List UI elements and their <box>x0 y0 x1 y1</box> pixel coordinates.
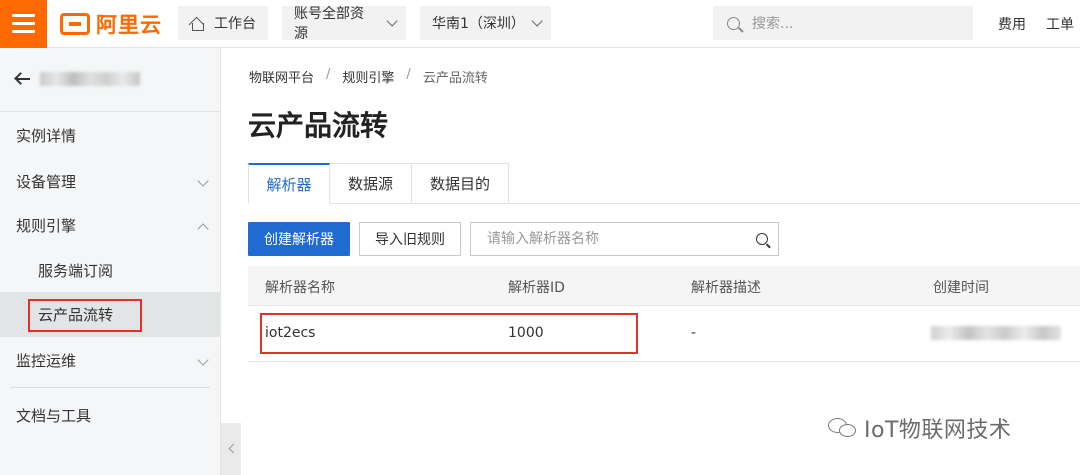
sidebar-item-docs-tools[interactable]: 文档与工具 <box>0 393 221 438</box>
back-row[interactable] <box>0 48 221 112</box>
billing-link[interactable]: 费用 <box>998 14 1026 34</box>
tab-label: 解析器 <box>266 175 312 194</box>
sidebar-item-rule-engine[interactable]: 规则引擎 <box>0 203 221 248</box>
tab-label: 数据源 <box>347 175 393 193</box>
annotation-highlight-box <box>260 313 638 354</box>
page-title: 云产品流转 <box>248 109 389 142</box>
watermark-text: IoT物联网技术 <box>864 418 1012 443</box>
region-label: 华南1（深圳） <box>432 16 525 32</box>
resources-label: 账号全部资源 <box>294 6 364 42</box>
global-search[interactable]: 搜索... <box>713 6 973 40</box>
tab-data-destination[interactable]: 数据目的 <box>412 163 509 204</box>
sidebar-item-label: 监控运维 <box>16 352 77 370</box>
sidebar-item-label: 文档与工具 <box>16 407 92 425</box>
chevron-down-icon <box>386 15 398 27</box>
back-arrow-icon[interactable] <box>16 78 30 80</box>
search-icon[interactable] <box>756 233 768 245</box>
breadcrumb-item[interactable]: 规则引擎 <box>342 67 394 86</box>
resources-dropdown[interactable]: 账号全部资源 <box>282 6 406 42</box>
breadcrumb-current: 云产品流转 <box>422 71 488 86</box>
table-header: 解析器名称 解析器ID 解析器描述 创建时间 <box>248 266 1080 306</box>
logo-text: 阿里云 <box>96 13 162 37</box>
tab-parser[interactable]: 解析器 <box>248 163 330 204</box>
tab-data-source[interactable]: 数据源 <box>330 163 412 204</box>
sidebar-item-server-subscription[interactable]: 服务端订阅 <box>0 248 221 293</box>
parser-desc-cell: - <box>691 325 697 341</box>
sidebar-item-label: 服务端订阅 <box>38 262 114 280</box>
sidebar-item-label: 实例详情 <box>16 127 77 145</box>
tab-bar: 解析器 数据源 数据目的 <box>248 163 509 204</box>
search-placeholder: 搜索... <box>752 16 794 32</box>
column-header: 解析器ID <box>508 280 565 296</box>
sidebar-item-monitoring[interactable]: 监控运维 <box>0 338 221 383</box>
annotation-highlight-box <box>28 299 142 332</box>
breadcrumb-separator: / <box>326 67 331 82</box>
breadcrumb: 物联网平台 / 规则引擎 / 云产品流转 <box>249 67 488 86</box>
sidebar-divider <box>10 387 210 388</box>
watermark: IoT物联网技术 <box>828 412 1011 444</box>
sidebar-item-instance-details[interactable]: 实例详情 <box>0 113 221 158</box>
column-header: 解析器名称 <box>265 280 335 296</box>
breadcrumb-separator: / <box>406 67 411 82</box>
column-header: 解析器描述 <box>691 280 761 296</box>
chevron-down-icon <box>197 354 209 366</box>
top-navbar: 阿里云 工作台 账号全部资源 华南1（深圳） 搜索... 费用 工单 <box>0 0 1080 48</box>
sidebar: 实例详情 设备管理 规则引擎 服务端订阅 云产品流转 监控运维 文档与工具 <box>0 48 221 475</box>
sidebar-item-device-management[interactable]: 设备管理 <box>0 159 221 204</box>
tab-label: 数据目的 <box>429 175 490 193</box>
parser-search-input[interactable] <box>470 222 779 256</box>
chevron-down-icon <box>197 175 209 187</box>
sidebar-collapse-handle[interactable] <box>221 423 241 475</box>
aliyun-logo-icon <box>60 13 90 35</box>
chevron-up-icon <box>197 223 209 235</box>
sidebar-item-label: 规则引擎 <box>16 217 77 235</box>
create-parser-button[interactable]: 创建解析器 <box>248 222 350 256</box>
sidebar-item-label: 设备管理 <box>16 173 77 191</box>
search-icon <box>727 16 740 30</box>
home-icon <box>190 17 204 31</box>
created-time-redacted <box>931 326 1061 340</box>
column-header: 创建时间 <box>933 280 989 296</box>
chevron-down-icon <box>531 15 543 27</box>
workbench-label: 工作台 <box>214 16 256 32</box>
wechat-icon <box>828 416 858 440</box>
instance-name-redacted <box>40 72 140 86</box>
workbench-button[interactable]: 工作台 <box>178 6 268 40</box>
aliyun-logo[interactable]: 阿里云 <box>60 10 162 38</box>
import-rule-button[interactable]: 导入旧规则 <box>359 222 461 256</box>
region-dropdown[interactable]: 华南1（深圳） <box>420 6 551 40</box>
menu-icon[interactable] <box>0 0 47 48</box>
breadcrumb-item[interactable]: 物联网平台 <box>249 67 314 86</box>
ticket-link[interactable]: 工单 <box>1046 14 1074 34</box>
